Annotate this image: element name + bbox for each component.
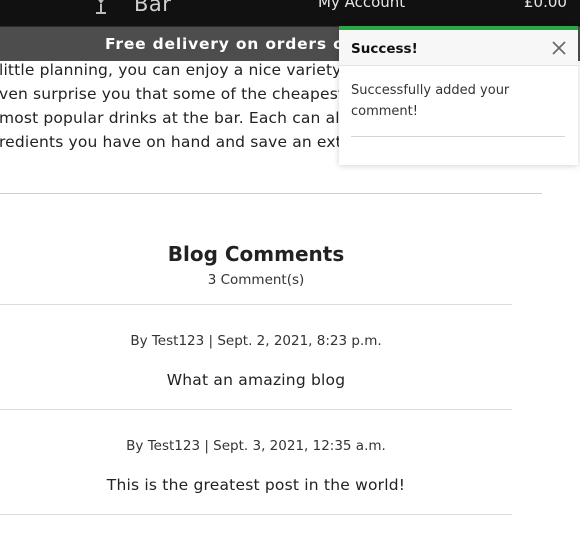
top-navbar: Bar My Account £0.00 — [0, 0, 580, 26]
basket-total[interactable]: £0.00 — [524, 0, 567, 11]
comment-meta: By Test123 | Sept. 2, 2021, 8:23 p.m. — [130, 333, 382, 349]
my-account-link[interactable]: My Account — [318, 0, 405, 11]
success-toast: Success! Successfully added your comment… — [339, 26, 578, 165]
comment-body: This is the greatest post in the world! — [106, 476, 406, 494]
toast-divider — [351, 136, 565, 137]
section-divider — [0, 193, 542, 194]
comment-body: What an amazing blog — [166, 371, 346, 389]
close-icon[interactable] — [550, 39, 568, 57]
comment-divider — [0, 409, 512, 410]
comment-divider — [0, 304, 512, 305]
toast-title: Success! — [351, 41, 418, 57]
comment-divider — [0, 514, 512, 515]
comments-count: 3 Comment(s) — [207, 272, 305, 288]
toast-header: Success! — [339, 30, 578, 66]
comment-meta: By Test123 | Sept. 3, 2021, 12:35 a.m. — [126, 438, 386, 454]
comments-title: Blog Comments — [167, 242, 345, 266]
site-logo-text[interactable]: Bar — [134, 0, 171, 16]
cocktail-glass-icon[interactable] — [92, 0, 110, 18]
toast-message: Successfully added your comment! — [351, 83, 510, 119]
